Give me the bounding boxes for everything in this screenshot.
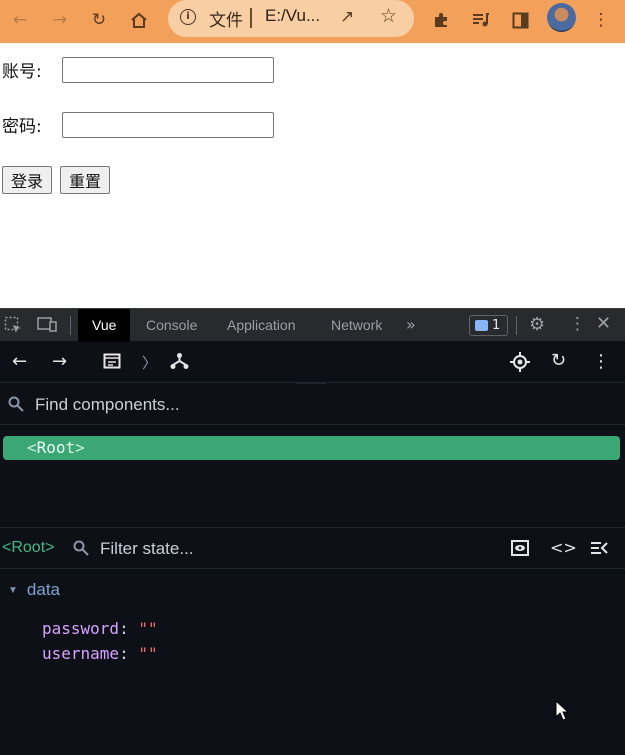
more-menu-icon[interactable]: ⋮ bbox=[587, 6, 615, 34]
inspect-element-icon[interactable] bbox=[4, 316, 22, 338]
side-panel-icon-svg bbox=[512, 12, 528, 28]
tab-network[interactable]: Network bbox=[331, 309, 382, 342]
share-icon[interactable]: ↗ bbox=[340, 7, 354, 27]
home-icon-svg bbox=[131, 12, 147, 28]
media-playlist-icon[interactable] bbox=[467, 6, 495, 34]
state-prop-password[interactable]: password: "" bbox=[42, 619, 158, 638]
filter-search-icon-svg bbox=[73, 540, 89, 556]
prop-key: username bbox=[42, 644, 120, 663]
search-icon-svg bbox=[8, 396, 24, 412]
url-text[interactable]: E:/Vu... bbox=[265, 6, 320, 26]
devtools-menu-icon[interactable]: ⋮ bbox=[569, 314, 586, 334]
back-arrow-icon[interactable]: ← bbox=[6, 6, 34, 34]
find-components-bar: Find components... bbox=[0, 384, 625, 425]
issues-badge[interactable]: 1 bbox=[469, 315, 508, 336]
tag-close-bracket: > bbox=[75, 438, 85, 457]
find-components-input[interactable]: Find components... bbox=[35, 395, 180, 415]
login-button[interactable]: 登录 bbox=[2, 166, 53, 194]
puzzle-icon-svg bbox=[435, 13, 447, 27]
refresh-icon[interactable]: ↻ bbox=[551, 350, 566, 371]
forward-arrow-icon[interactable]: → bbox=[46, 6, 74, 34]
reset-button[interactable]: 重置 bbox=[60, 166, 111, 194]
tab-vue[interactable]: Vue bbox=[78, 309, 131, 342]
page-content: 账号: 密码: 登录 重置 bbox=[0, 43, 625, 308]
collapse-all-icon[interactable] bbox=[590, 540, 608, 559]
info-icon[interactable]: i bbox=[180, 9, 196, 25]
tag-open-bracket: < bbox=[27, 438, 37, 457]
prop-colon: : bbox=[119, 619, 139, 638]
tab-divider-2 bbox=[516, 316, 517, 335]
close-devtools-icon[interactable]: ✕ bbox=[596, 313, 611, 334]
tab-application[interactable]: Application bbox=[227, 309, 296, 342]
settings-gear-icon[interactable]: ⚙ bbox=[529, 314, 545, 335]
back-arrow-icon[interactable]: ← bbox=[12, 351, 27, 372]
account-input[interactable] bbox=[62, 57, 274, 83]
breadcrumb-chevron-icon: 〉 bbox=[142, 354, 158, 372]
forward-arrow-icon[interactable]: → bbox=[52, 351, 67, 372]
section-title: data bbox=[26, 580, 60, 599]
inspect-dom-code-icon[interactable]: <> bbox=[550, 538, 577, 557]
message-icon bbox=[475, 320, 488, 331]
device-icon-svg bbox=[37, 317, 57, 332]
browser-toolbar: ← → ↻ i 文件 E:/Vu... ↗ ☆ ⋮ bbox=[0, 0, 625, 43]
inspect-icon-svg bbox=[4, 316, 21, 333]
component-tree-icon[interactable] bbox=[103, 353, 121, 374]
eye-icon-svg bbox=[511, 540, 529, 556]
filter-state-input[interactable]: Filter state... bbox=[100, 539, 194, 559]
tab-divider bbox=[70, 316, 71, 335]
collapse-icon-svg bbox=[591, 542, 608, 554]
divider bbox=[250, 8, 252, 28]
home-icon[interactable] bbox=[125, 6, 153, 34]
prop-value[interactable]: "" bbox=[138, 644, 157, 663]
state-inspector: ▼ data password: "" username: "" bbox=[0, 570, 625, 755]
component-icon-svg bbox=[103, 353, 121, 369]
password-label: 密码: bbox=[2, 117, 42, 137]
expand-triangle-icon[interactable]: ▼ bbox=[8, 585, 18, 596]
issues-count: 1 bbox=[492, 318, 501, 333]
prop-value[interactable]: "" bbox=[138, 619, 157, 638]
prop-colon: : bbox=[119, 644, 139, 663]
address-bar[interactable]: i 文件 E:/Vu... ↗ ☆ bbox=[168, 0, 414, 37]
target-icon-svg bbox=[510, 352, 530, 372]
scroll-to-component-eye-icon[interactable] bbox=[511, 540, 529, 560]
select-target-icon[interactable] bbox=[510, 352, 530, 377]
more-tabs-chevron-icon[interactable]: » bbox=[406, 315, 416, 334]
selected-component-name: <Root> bbox=[2, 539, 55, 556]
search-icon bbox=[8, 396, 24, 416]
component-tree: <Root> bbox=[0, 426, 625, 527]
account-label: 账号: bbox=[2, 62, 42, 82]
side-panel-icon[interactable] bbox=[506, 6, 534, 34]
scheme-label: 文件 bbox=[209, 11, 243, 31]
tab-console[interactable]: Console bbox=[146, 309, 197, 342]
extensions-puzzle-icon[interactable] bbox=[427, 6, 455, 34]
vue-more-menu-icon[interactable]: ⋮ bbox=[592, 351, 610, 372]
playlist-icon-svg bbox=[473, 13, 489, 27]
bookmark-star-icon[interactable]: ☆ bbox=[380, 5, 397, 27]
filter-search-icon bbox=[73, 540, 89, 560]
password-input[interactable] bbox=[62, 112, 274, 138]
devtools-tabbar: Vue Console Application Network » 1 ⚙ ⋮ … bbox=[0, 308, 625, 342]
reload-icon[interactable]: ↻ bbox=[85, 6, 113, 34]
root-component-name: Root bbox=[36, 438, 76, 457]
hierarchy-icon[interactable] bbox=[170, 352, 189, 375]
device-toolbar-icon[interactable] bbox=[37, 316, 57, 336]
prop-key: password bbox=[42, 619, 120, 638]
hierarchy-icon-svg bbox=[170, 353, 189, 369]
mouse-cursor-icon bbox=[555, 700, 569, 721]
state-prop-username[interactable]: username: "" bbox=[42, 644, 158, 663]
tree-item-root[interactable]: <Root> bbox=[3, 436, 620, 460]
section-data[interactable]: ▼ data bbox=[8, 580, 60, 600]
profile-avatar[interactable] bbox=[547, 3, 576, 32]
state-filter-bar: <Root> Filter state... <> bbox=[0, 527, 625, 569]
vue-toolbar: ← → 〉 ↻ ⋮ bbox=[0, 342, 625, 383]
